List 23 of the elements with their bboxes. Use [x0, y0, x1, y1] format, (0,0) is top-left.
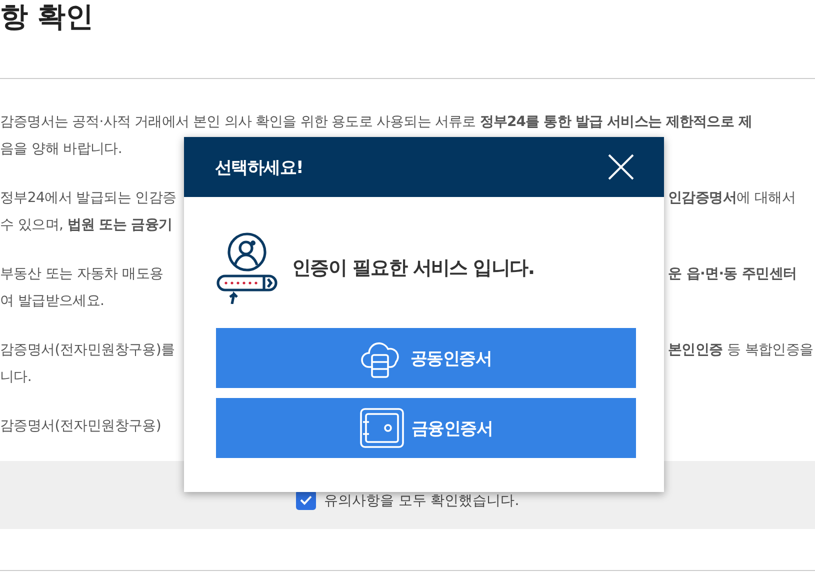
checkmark-icon — [300, 495, 312, 505]
agreement-checkbox[interactable] — [296, 490, 316, 510]
close-button[interactable] — [608, 154, 634, 180]
notice-text: 음을 양해 바랍니다. — [0, 140, 124, 158]
safe-icon — [359, 407, 406, 449]
notice-text: 감증명서(전자민원창구용) — [0, 416, 162, 434]
notice-text: 운 읍·면·동 주민센터 — [668, 264, 798, 282]
notice-text: 여 발급받으세요. — [0, 292, 106, 310]
notice-text: 부동산 또는 자동차 매도용 — [0, 264, 164, 282]
certificate-button[interactable]: 공동인증서 — [216, 328, 636, 388]
notice-text: 니다. — [0, 368, 33, 386]
agreement-label: 유의사항을 모두 확인했습니다. — [324, 492, 520, 510]
notice-text: 본인인증 등 복합인증을 — [668, 340, 814, 358]
dialog-message: 인증이 필요한 서비스 입니다. — [292, 256, 534, 281]
notice-text: 인감증명서에 대해서 — [668, 188, 796, 206]
notice-text: 정부24에서 발급되는 인감증 — [0, 188, 178, 206]
page-heading: 항 확인 — [0, 0, 815, 79]
notice-text: 감증명서(전자민원창구용)를 — [0, 340, 176, 358]
notice-text: 감증명서는 공적·사적 거래에서 본인 의사 확인을 위한 용도로 사용되는 서류로 정부24를 통한 발급 서비스는 제한적으로 제 — [0, 112, 754, 130]
notice-text: 수 있으며, 법원 또는 금융기 — [0, 216, 174, 234]
dialog-title: 선택하세요! — [215, 156, 303, 178]
user-password-icon — [216, 232, 278, 304]
certificate-button[interactable]: 금융인증서 — [216, 398, 636, 458]
